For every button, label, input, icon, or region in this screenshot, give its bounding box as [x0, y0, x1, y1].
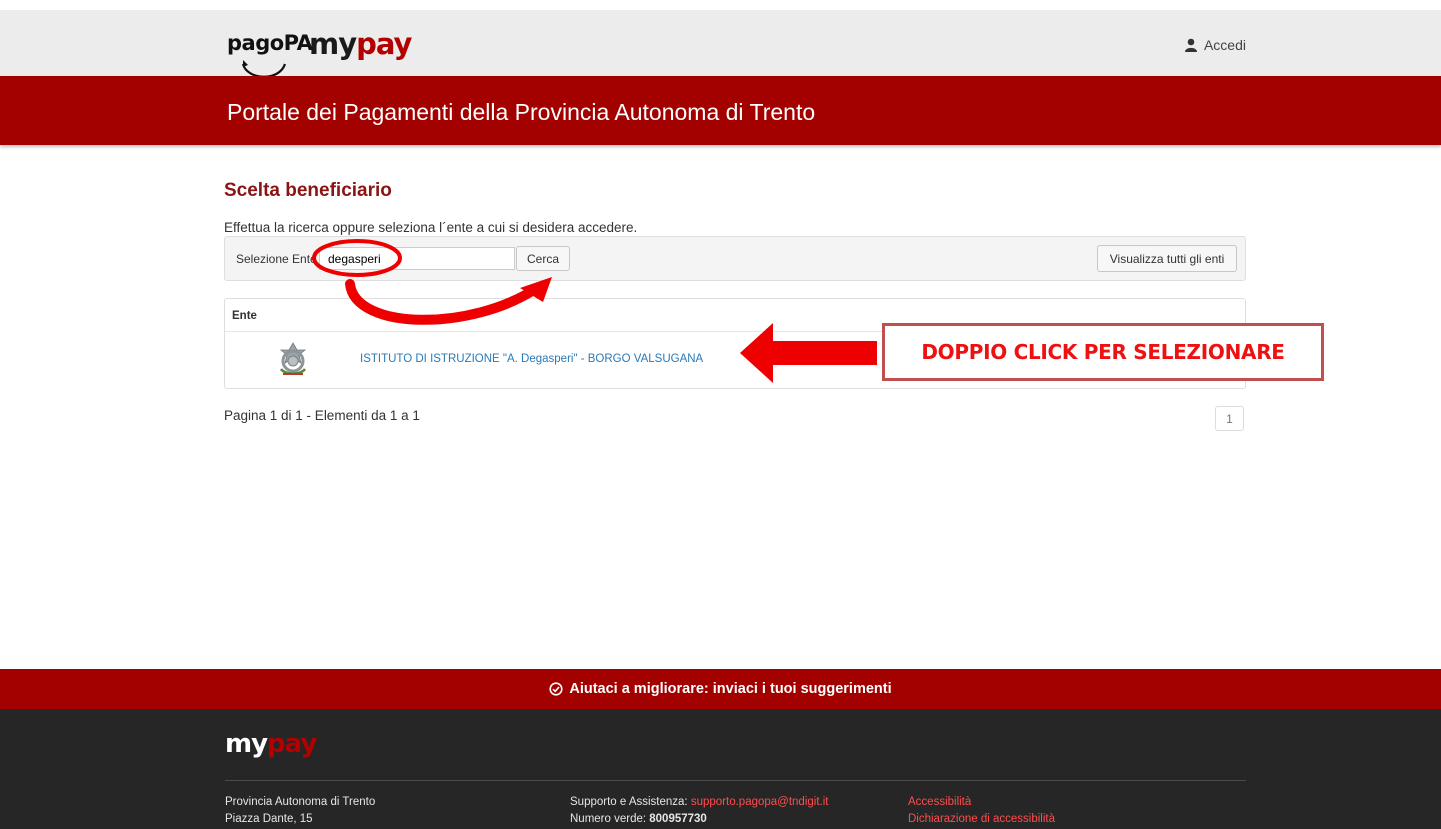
- search-panel: Selezione Ente Cerca Visualizza tutti gl…: [224, 236, 1246, 281]
- footer-divider: [225, 780, 1246, 781]
- footer-support: Supporto e Assistenza: supporto.pagopa@t…: [570, 794, 828, 828]
- phone-label: Numero verde:: [570, 813, 647, 825]
- search-input[interactable]: [319, 247, 515, 270]
- intro-text: Effettua la ricerca oppure seleziona l´e…: [224, 220, 638, 235]
- pagination-info: Pagina 1 di 1 - Elementi da 1 a 1: [224, 408, 420, 423]
- support-label: Supporto e Assistenza:: [570, 796, 688, 808]
- feedback-label: Aiutaci a migliorare: inviaci i tuoi sug…: [569, 681, 892, 697]
- address-line-1: Provincia Autonoma di Trento: [225, 796, 376, 808]
- portal-title: Portale dei Pagamenti della Provincia Au…: [227, 99, 816, 125]
- entity-link[interactable]: ISTITUTO DI ISTRUZIONE "A. Degasperi" - …: [360, 353, 703, 365]
- instruction-callout: DOPPIO CLICK PER SELEZIONARE: [882, 323, 1324, 381]
- check-circle-icon: [549, 682, 563, 696]
- pagopa-logo[interactable]: pagoPA: [227, 31, 313, 55]
- page-button-current[interactable]: 1: [1215, 406, 1244, 431]
- support-email-link[interactable]: supporto.pagopa@tndigit.it: [691, 796, 829, 808]
- show-all-entities-button[interactable]: Visualizza tutti gli enti: [1097, 245, 1237, 272]
- search-button[interactable]: Cerca: [516, 246, 570, 271]
- phone-number: 800957730: [649, 813, 707, 825]
- footer: mypay Provincia Autonoma di Trento Piazz…: [0, 709, 1441, 829]
- login-label: Accedi: [1203, 37, 1246, 53]
- mypay-logo-my: my: [309, 27, 357, 61]
- italian-republic-emblem-icon: [279, 342, 307, 375]
- footer-logo-my: my: [225, 729, 268, 759]
- title-banner: Portale dei Pagamenti della Provincia Au…: [0, 76, 1441, 145]
- mypay-logo[interactable]: mypay: [309, 27, 412, 61]
- top-header: pagoPA mypay Accedi: [0, 10, 1441, 78]
- accessibility-statement-link[interactable]: Dichiarazione di accessibilità: [908, 813, 1055, 825]
- accessibility-link[interactable]: Accessibilità: [908, 796, 971, 808]
- table-header-ente: Ente: [232, 310, 257, 322]
- login-link[interactable]: Accedi: [1184, 37, 1246, 53]
- footer-mypay-logo: mypay: [225, 729, 317, 759]
- address-line-2: Piazza Dante, 15: [225, 813, 313, 825]
- footer-address: Provincia Autonoma di Trento Piazza Dant…: [225, 794, 375, 828]
- page-title: Scelta beneficiario: [224, 180, 392, 201]
- footer-logo-pay: pay: [267, 729, 317, 759]
- search-label: Selezione Ente: [236, 252, 317, 266]
- feedback-bar[interactable]: Aiutaci a migliorare: inviaci i tuoi sug…: [0, 669, 1441, 709]
- mypay-logo-pay: pay: [356, 27, 412, 61]
- user-icon: [1184, 38, 1197, 52]
- footer-accessibility: Accessibilità Dichiarazione di accessibi…: [908, 794, 1055, 828]
